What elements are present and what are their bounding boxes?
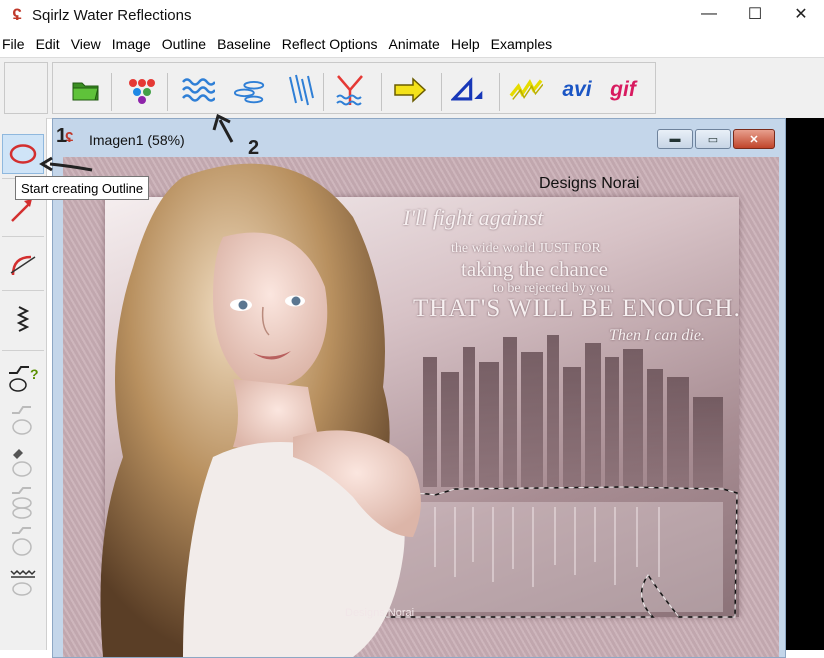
toolbar-group: avi gif <box>52 62 656 114</box>
squirrel-doc-icon: ʢ <box>65 129 74 146</box>
toolbar-separator <box>499 73 500 111</box>
menu-view[interactable]: View <box>68 36 105 52</box>
outline-ellipse-tool[interactable] <box>2 134 44 174</box>
menu-bar: File Edit View Image Outline Baseline Re… <box>0 33 560 55</box>
poem-line-5: THAT'S WILL BE ENOUGH. <box>413 295 741 322</box>
image-window-minimize-button[interactable]: ▬ <box>657 129 693 149</box>
arrow-right-icon[interactable] <box>393 73 427 107</box>
close-button[interactable]: ✕ <box>778 0 824 28</box>
woman-portrait <box>100 163 421 657</box>
window-controls: — ☐ ✕ <box>686 0 824 28</box>
toolbar-separator <box>381 73 382 111</box>
menu-outline[interactable]: Outline <box>159 36 210 52</box>
image-window-title: Imagen1 (58%) <box>89 132 185 148</box>
rain-streaks-icon[interactable] <box>283 73 317 107</box>
zigzag-baseline-tool[interactable] <box>2 300 44 340</box>
svg-text:?: ? <box>30 366 39 382</box>
image-window-controls: ▬ ▭ ✕ <box>657 129 775 149</box>
avi-export-button[interactable]: avi <box>557 73 597 107</box>
water-waves-icon[interactable] <box>181 73 215 107</box>
poem-line-2: the wide world JUST FOR <box>451 241 601 256</box>
baseline-ellipse-tool[interactable] <box>2 400 44 440</box>
zigzag-icon[interactable] <box>509 73 543 107</box>
gif-export-button[interactable]: gif <box>603 73 643 107</box>
image-window-maximize-button[interactable]: ▭ <box>695 129 731 149</box>
app-title: Sqirlz Water Reflections <box>32 6 192 24</box>
toolbar-separator <box>323 73 324 111</box>
maximize-button[interactable]: ☐ <box>732 0 778 28</box>
image-window[interactable]: ʢ Imagen1 (58%) ▬ ▭ ✕ Designs Norai Desi… <box>52 118 786 658</box>
menu-baseline[interactable]: Baseline <box>214 36 275 52</box>
ripples-icon[interactable] <box>233 73 267 107</box>
curve-tool[interactable] <box>2 244 44 284</box>
open-folder-icon[interactable] <box>69 73 103 107</box>
avi-label: avi <box>562 78 592 101</box>
tooltip: Start creating Outline <box>15 176 150 200</box>
title-bar: ʢ Sqirlz Water Reflections — ☐ ✕ <box>0 0 824 30</box>
baseline-brush-tool[interactable] <box>2 442 44 482</box>
menu-file[interactable]: File <box>0 36 29 52</box>
menu-help[interactable]: Help <box>448 36 484 52</box>
baseline-wave-tool[interactable] <box>2 562 44 602</box>
menu-reflect-options[interactable]: Reflect Options <box>279 36 382 52</box>
baseline-help-tool[interactable]: ? <box>2 358 44 398</box>
menu-edit[interactable]: Edit <box>33 36 64 52</box>
panel-divider <box>2 236 44 237</box>
designer-watermark-top: Designs Norai <box>539 175 640 192</box>
baseline-double-tool[interactable] <box>2 482 44 522</box>
poem-line-6: Then I can die. <box>609 327 705 344</box>
panel-divider <box>2 290 44 291</box>
image-canvas[interactable]: Designs Norai Designs Norai I'll fight a… <box>63 157 779 657</box>
panel-divider <box>2 350 44 351</box>
background-area <box>786 118 824 650</box>
baseline-loop-tool[interactable] <box>2 522 44 562</box>
toolbar-separator <box>441 73 442 111</box>
poem-line-3: taking the chance <box>461 257 608 281</box>
menu-examples[interactable]: Examples <box>488 36 556 52</box>
toolbar-separator <box>111 73 112 111</box>
image-window-close-button[interactable]: ✕ <box>733 129 775 149</box>
designer-watermark-bottom: Designs Norai <box>345 607 415 619</box>
reflect-fork-icon[interactable] <box>333 73 367 107</box>
toolbar-grip <box>4 62 48 114</box>
color-dots-icon[interactable] <box>125 73 159 107</box>
squirrel-app-icon[interactable]: ʢ <box>6 4 28 26</box>
gif-label: gif <box>610 78 636 101</box>
toolbar-separator <box>167 73 168 111</box>
menu-image[interactable]: Image <box>109 36 155 52</box>
menu-animate[interactable]: Animate <box>385 36 443 52</box>
perspective-triangle-icon[interactable] <box>451 73 485 107</box>
poem-line-1: I'll fight against <box>403 205 544 230</box>
toolbar: avi gif <box>0 57 824 119</box>
minimize-button[interactable]: — <box>686 0 732 28</box>
image-window-titlebar[interactable]: ʢ Imagen1 (58%) ▬ ▭ ✕ <box>53 119 785 157</box>
